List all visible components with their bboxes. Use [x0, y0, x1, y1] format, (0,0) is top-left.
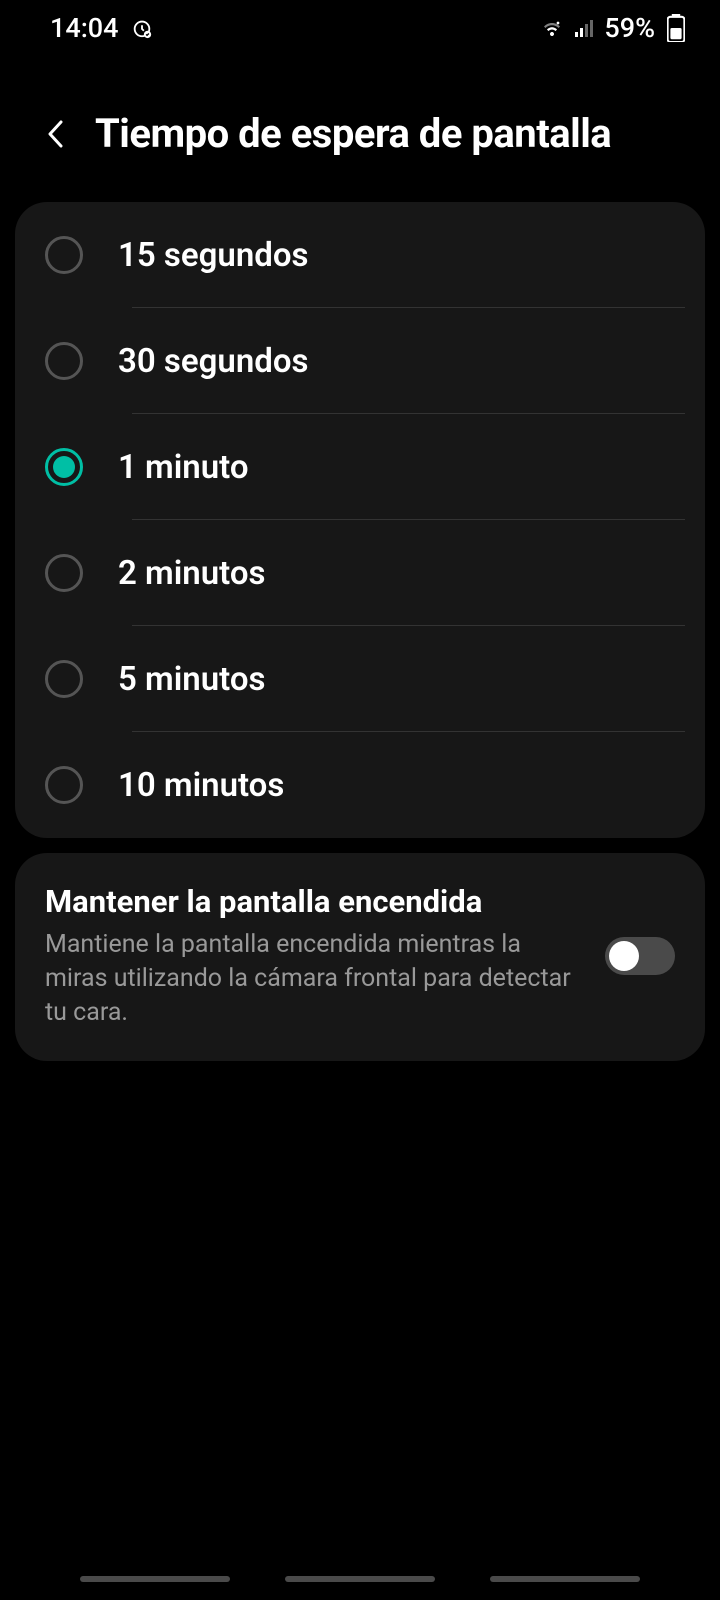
- radio-indicator: [45, 660, 83, 698]
- keep-screen-on-title: Mantener la pantalla encendida: [45, 883, 585, 920]
- nav-recents[interactable]: [80, 1576, 230, 1582]
- keep-screen-on-description: Mantiene la pantalla encendida mientras …: [45, 928, 585, 1029]
- radio-indicator: [45, 766, 83, 804]
- radio-indicator: [45, 554, 83, 592]
- status-time: 14:04: [50, 12, 119, 44]
- radio-list: 15 segundos 30 segundos 1 minuto 2 minut…: [15, 202, 705, 838]
- navigation-bar: [0, 1576, 720, 1582]
- keep-screen-on-toggle[interactable]: [605, 937, 675, 975]
- radio-indicator: [45, 236, 83, 274]
- chevron-left-icon: [46, 119, 64, 149]
- radio-inner-dot: [53, 456, 75, 478]
- radio-label: 15 segundos: [118, 236, 308, 275]
- timeout-options-card: 15 segundos 30 segundos 1 minuto 2 minut…: [15, 202, 705, 838]
- battery-percentage: 59%: [604, 12, 655, 44]
- radio-label: 5 minutos: [118, 660, 265, 699]
- battery-icon: [667, 14, 685, 42]
- wifi-icon: [540, 16, 564, 40]
- nav-home[interactable]: [285, 1576, 435, 1582]
- radio-option-10m[interactable]: 10 minutos: [15, 732, 705, 838]
- back-button[interactable]: [40, 119, 70, 149]
- toggle-content: Mantener la pantalla encendida Mantiene …: [45, 883, 585, 1029]
- radio-label: 1 minuto: [118, 448, 249, 487]
- toggle-knob: [609, 941, 639, 971]
- nav-back[interactable]: [490, 1576, 640, 1582]
- status-right: 59%: [540, 12, 685, 44]
- status-left: 14:04: [50, 12, 153, 44]
- radio-indicator: [45, 342, 83, 380]
- radio-indicator-selected: [45, 448, 83, 486]
- radio-label: 10 minutos: [118, 766, 284, 805]
- signal-icon: [572, 16, 596, 40]
- radio-option-15s[interactable]: 15 segundos: [15, 202, 705, 308]
- radio-option-30s[interactable]: 30 segundos: [15, 308, 705, 414]
- status-bar: 14:04 59%: [0, 0, 720, 55]
- header: Tiempo de espera de pantalla: [0, 55, 720, 187]
- alarm-icon: [131, 17, 153, 39]
- page-title: Tiempo de espera de pantalla: [95, 110, 611, 157]
- radio-label: 2 minutos: [118, 554, 265, 593]
- radio-option-1m[interactable]: 1 minuto: [15, 414, 705, 520]
- radio-option-5m[interactable]: 5 minutos: [15, 626, 705, 732]
- radio-option-2m[interactable]: 2 minutos: [15, 520, 705, 626]
- keep-screen-on-card[interactable]: Mantener la pantalla encendida Mantiene …: [15, 853, 705, 1061]
- radio-label: 30 segundos: [118, 342, 308, 381]
